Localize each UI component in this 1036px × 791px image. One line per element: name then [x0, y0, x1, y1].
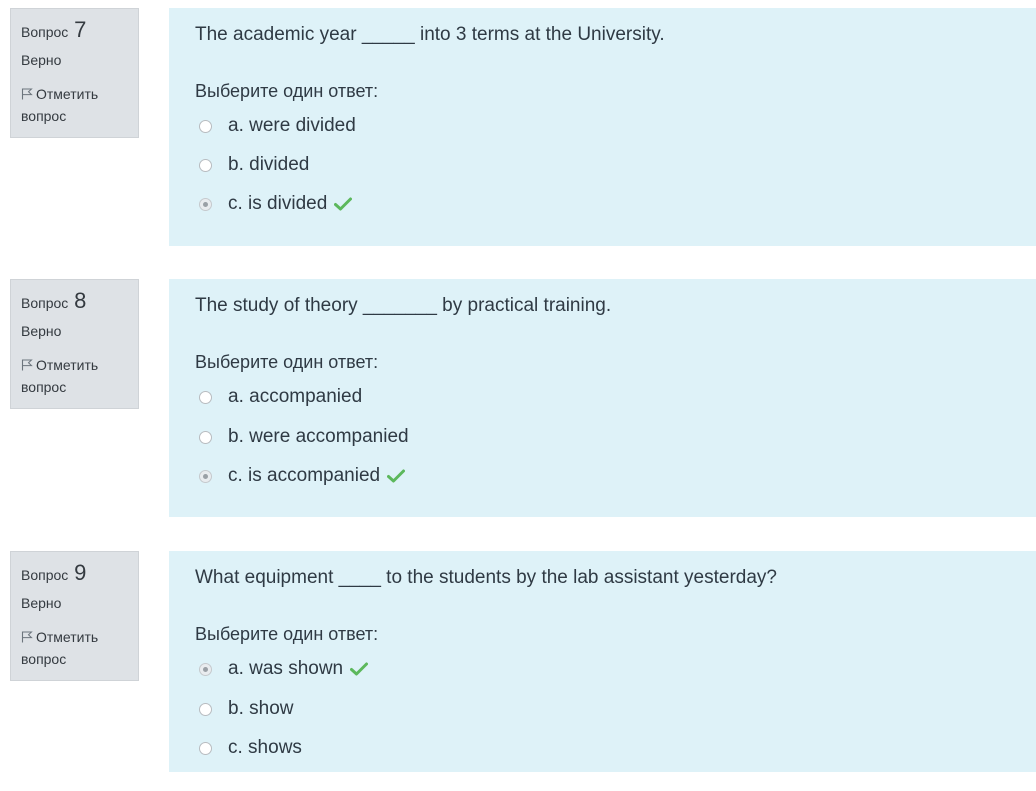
question-text: The study of theory _______ by practical… — [195, 295, 612, 316]
question-9: Вопрос 9 Верно Отметить вопрос What equi… — [0, 551, 1036, 791]
question-content: The study of theory _______ by practical… — [169, 279, 1036, 517]
answer-radio[interactable] — [199, 390, 212, 404]
answer-option-c[interactable]: c. shows — [199, 733, 599, 763]
answer-prompt: Выберите один ответ: — [195, 81, 379, 101]
answer-radio[interactable] — [199, 158, 212, 172]
answer-radio-checked[interactable] — [199, 469, 212, 483]
answer-label: a. were divided — [228, 115, 356, 136]
answer-radio[interactable] — [199, 741, 212, 755]
question-number-line: Вопрос 7 — [21, 15, 128, 45]
answer-label: a. was shown — [228, 658, 344, 679]
flag-icon — [21, 88, 33, 100]
question-number-line: Вопрос 8 — [21, 286, 128, 316]
question-label: Вопрос — [21, 295, 69, 311]
answer-radio[interactable] — [199, 430, 212, 444]
question-content: What equipment ____ to the students by t… — [169, 551, 1036, 772]
answer-option-a[interactable]: a. was shown — [199, 654, 599, 684]
answer-label: b. were accompanied — [228, 426, 409, 447]
answer-label: c. shows — [228, 737, 302, 758]
answer-option-b[interactable]: b. divided — [199, 150, 599, 180]
question-content: The academic year _____ into 3 terms at … — [169, 8, 1036, 246]
correct-check-icon — [387, 469, 406, 483]
question-info: Вопрос 7 Верно Отметить вопрос — [10, 8, 139, 138]
question-number: 7 — [74, 17, 87, 42]
flag-question-button[interactable]: Отметить вопрос — [21, 83, 128, 127]
answer-option-a[interactable]: a. were divided — [199, 111, 599, 141]
flag-question-button[interactable]: Отметить вопрос — [21, 626, 128, 670]
answer-option-b[interactable]: b. were accompanied — [199, 422, 599, 452]
question-number-line: Вопрос 9 — [21, 558, 128, 588]
question-state: Верно — [21, 595, 62, 611]
answer-label: c. is divided — [228, 193, 328, 214]
correct-check-icon — [350, 662, 369, 676]
question-number: 8 — [74, 288, 87, 313]
question-info: Вопрос 9 Верно Отметить вопрос — [10, 551, 139, 681]
answer-option-b[interactable]: b. show — [199, 694, 599, 724]
question-8: Вопрос 8 Верно Отметить вопрос The study… — [0, 279, 1036, 519]
answer-radio[interactable] — [199, 119, 212, 133]
question-info: Вопрос 8 Верно Отметить вопрос — [10, 279, 139, 409]
answer-prompt: Выберите один ответ: — [195, 352, 379, 372]
answer-option-a[interactable]: a. accompanied — [199, 382, 599, 412]
answer-label: c. is accompanied — [228, 465, 381, 486]
answer-option-c[interactable]: c. is accompanied — [199, 461, 599, 491]
question-7: Вопрос 7 Верно Отметить вопрос The acade… — [0, 8, 1036, 248]
question-number: 9 — [74, 560, 87, 585]
question-label: Вопрос — [21, 567, 69, 583]
question-label: Вопрос — [21, 24, 69, 40]
question-text: The academic year _____ into 3 terms at … — [195, 24, 665, 45]
answer-label: b. show — [228, 698, 294, 719]
flag-question-button[interactable]: Отметить вопрос — [21, 354, 128, 398]
answer-option-c[interactable]: c. is divided — [199, 189, 599, 219]
flag-icon — [21, 631, 33, 643]
answer-label: a. accompanied — [228, 386, 363, 407]
answer-radio-checked[interactable] — [199, 197, 212, 211]
answer-prompt: Выберите один ответ: — [195, 624, 379, 644]
question-text: What equipment ____ to the students by t… — [195, 567, 777, 588]
answer-radio[interactable] — [199, 702, 212, 716]
answer-label: b. divided — [228, 154, 310, 175]
question-state: Верно — [21, 323, 62, 339]
answer-radio-checked[interactable] — [199, 662, 212, 676]
flag-icon — [21, 359, 33, 371]
correct-check-icon — [334, 197, 353, 211]
question-state: Верно — [21, 52, 62, 68]
